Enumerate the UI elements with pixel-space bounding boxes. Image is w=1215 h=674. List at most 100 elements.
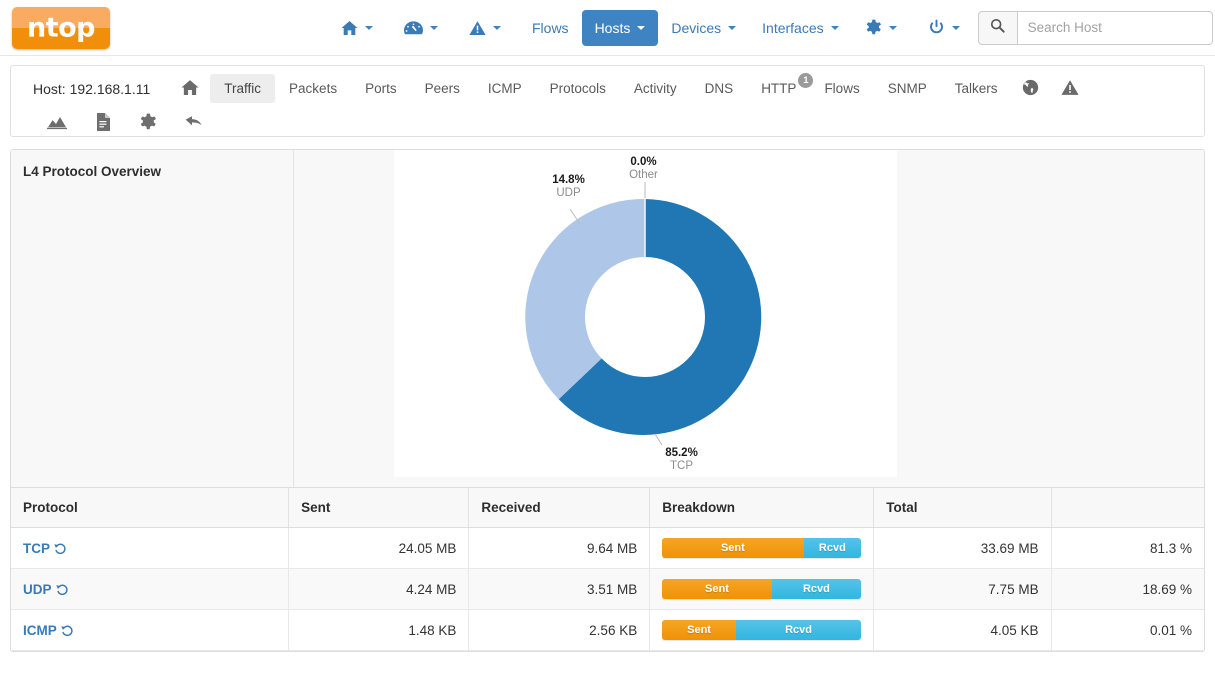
alert-triangle-icon: [1061, 79, 1079, 99]
cell-received: 9.64 MB: [469, 528, 650, 569]
overview-title-cell: L4 Protocol Overview: [11, 150, 294, 487]
chart-cell: 0.0% Other 14.8% UDP 85.2% TCP: [294, 150, 1204, 487]
protocol-link-udp[interactable]: UDP: [23, 582, 69, 597]
tab-talkers[interactable]: Talkers: [941, 74, 1012, 103]
protocol-link-tcp[interactable]: TCP: [23, 541, 67, 556]
cell-total: 4.05 KB: [874, 610, 1051, 651]
chart-label-udp: 14.8% UDP: [519, 174, 619, 200]
protocol-name: TCP: [23, 541, 50, 556]
main-nav: Flows Hosts Devices Interfaces: [328, 10, 978, 46]
host-address-label: Host: 192.168.1.11: [33, 81, 150, 97]
chevron-down-icon: [831, 26, 839, 30]
cell-percent: 0.01 %: [1051, 610, 1204, 651]
top-navbar: ntop: [0, 0, 1215, 56]
search-button[interactable]: [978, 11, 1017, 45]
breakdown-bar: Sent Rcvd: [662, 579, 861, 599]
tab-packets[interactable]: Packets: [275, 74, 351, 103]
tab-dns[interactable]: DNS: [691, 74, 748, 103]
l4-protocol-table: Protocol Sent Received Breakdown Total T…: [11, 488, 1204, 651]
logo-text: ntop: [12, 12, 110, 43]
ntop-logo[interactable]: ntop: [12, 7, 110, 49]
nav-item-flows[interactable]: Flows: [519, 10, 582, 46]
gear-icon: [865, 19, 882, 36]
nav-item-dashboard[interactable]: [391, 11, 456, 45]
nav-item-devices[interactable]: Devices: [658, 10, 749, 46]
dashboard-icon: [404, 20, 423, 36]
breakdown-bar: Sent Rcvd: [662, 620, 861, 640]
globe-icon: [1022, 79, 1039, 99]
page-title: L4 Protocol Overview: [23, 164, 293, 179]
host-tab-panel: Host: 192.168.1.11 Traffic Packets Ports…: [10, 65, 1205, 137]
search-input[interactable]: [1017, 11, 1213, 45]
nav-item-settings[interactable]: [852, 10, 915, 45]
nav-item-home[interactable]: [328, 11, 391, 45]
tab-peers[interactable]: Peers: [411, 74, 474, 103]
cell-breakdown: Sent Rcvd: [650, 610, 874, 651]
undo-icon: [185, 114, 204, 135]
report-icon: [95, 113, 111, 136]
table-header-row: Protocol Sent Received Breakdown Total: [11, 488, 1204, 528]
protocol-link-icmp[interactable]: ICMP: [23, 623, 74, 638]
tab-snmp[interactable]: SNMP: [874, 74, 941, 103]
chart-label-tcp-pct: 85.2%: [632, 447, 732, 460]
historical-charts-button[interactable]: [47, 113, 67, 135]
donut-hole: [585, 257, 705, 377]
nav-item-alerts[interactable]: [456, 11, 519, 45]
tab-flows[interactable]: Flows: [810, 74, 873, 103]
tab-traffic[interactable]: Traffic: [210, 74, 275, 103]
cell-sent: 4.24 MB: [289, 569, 469, 610]
donut-svg: [394, 150, 897, 477]
alert-triangle-icon: [469, 20, 486, 36]
nav-item-interfaces-label: Interfaces: [762, 19, 823, 37]
table-row: UDP 4.24 MB 3.51 MB Sent Rcvd: [11, 569, 1204, 610]
search-icon: [990, 18, 1005, 38]
settings-button[interactable]: [139, 113, 157, 136]
nav-item-devices-label: Devices: [671, 19, 721, 37]
search-area: [978, 11, 1213, 45]
l4-protocol-panel: L4 Protocol Overview: [10, 149, 1205, 652]
table-body: TCP 24.05 MB 9.64 MB Sent Rcvd: [11, 528, 1204, 651]
tab-geomap[interactable]: [1011, 73, 1050, 105]
cell-received: 2.56 KB: [469, 610, 650, 651]
tab-peers-label: Peers: [425, 81, 460, 96]
tab-ports[interactable]: Ports: [351, 74, 411, 103]
breakdown-rcvd-segment: Rcvd: [772, 579, 862, 599]
table-head: Protocol Sent Received Breakdown Total: [11, 488, 1204, 528]
tab-icmp[interactable]: ICMP: [474, 74, 536, 103]
tab-host-home[interactable]: [170, 73, 210, 105]
nav-item-interfaces[interactable]: Interfaces: [749, 10, 851, 46]
breakdown-bar: Sent Rcvd: [662, 538, 861, 558]
cell-percent: 81.3 %: [1051, 528, 1204, 569]
nav-item-hosts[interactable]: Hosts: [582, 10, 659, 46]
report-button[interactable]: [95, 113, 111, 136]
home-icon: [181, 79, 199, 99]
chevron-down-icon: [637, 26, 645, 30]
tab-traffic-label: Traffic: [224, 81, 261, 96]
table-row: ICMP 1.48 KB 2.56 KB Sent Rcvd: [11, 610, 1204, 651]
chevron-down-icon: [889, 26, 897, 30]
cell-protocol: TCP: [11, 528, 289, 569]
tab-protocols[interactable]: Protocols: [536, 74, 620, 103]
host-tools: [11, 111, 1204, 137]
back-button[interactable]: [185, 114, 204, 135]
host-tabs: Host: 192.168.1.11 Traffic Packets Ports…: [11, 66, 1204, 111]
tab-alerts[interactable]: [1050, 73, 1090, 105]
tab-activity[interactable]: Activity: [620, 74, 691, 103]
history-icon: [54, 542, 67, 555]
tab-snmp-label: SNMP: [888, 81, 927, 96]
col-header-sent: Sent: [289, 488, 469, 528]
chart-label-udp-pct: 14.8%: [519, 174, 619, 187]
home-icon: [341, 20, 358, 36]
chart-label-udp-name: UDP: [519, 187, 619, 200]
tab-http[interactable]: HTTP 1: [747, 74, 810, 103]
chevron-down-icon: [493, 26, 501, 30]
tab-activity-label: Activity: [634, 81, 677, 96]
cell-protocol: UDP: [11, 569, 289, 610]
tab-ports-label: Ports: [365, 81, 397, 96]
chevron-down-icon: [430, 26, 438, 30]
nav-item-flows-label: Flows: [532, 19, 569, 37]
nav-item-power[interactable]: [915, 10, 978, 45]
breakdown-rcvd-segment: Rcvd: [804, 538, 862, 558]
l4-donut-chart: 0.0% Other 14.8% UDP 85.2% TCP: [394, 150, 897, 477]
table-row: TCP 24.05 MB 9.64 MB Sent Rcvd: [11, 528, 1204, 569]
